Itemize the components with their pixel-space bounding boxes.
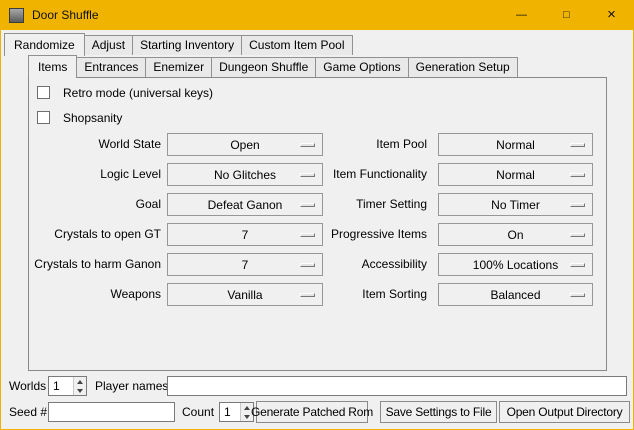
item-sorting-label: Item Sorting: [323, 283, 433, 306]
dropdown-indicator-icon: [570, 293, 585, 297]
logic-level-dropdown[interactable]: No Glitches: [167, 163, 323, 186]
dropdown-indicator-icon: [300, 293, 315, 297]
worlds-label: Worlds: [9, 375, 46, 397]
tab-dungeon-shuffle[interactable]: Dungeon Shuffle: [211, 57, 316, 77]
dropdown-indicator-icon: [300, 203, 315, 207]
generate-patched-rom-button[interactable]: Generate Patched Rom: [256, 401, 368, 423]
accessibility-label: Accessibility: [323, 253, 433, 276]
crystals-open-gt-dropdown[interactable]: 7: [167, 223, 323, 246]
crystals-open-gt-label: Crystals to open GT: [29, 223, 167, 246]
outer-tab-bar: Randomize Adjust Starting Inventory Cust…: [4, 33, 353, 55]
minimize-button[interactable]: —: [499, 0, 544, 29]
maximize-button[interactable]: □: [544, 0, 589, 29]
worlds-spin-down-icon[interactable]: [74, 386, 86, 395]
timer-setting-label: Timer Setting: [323, 193, 433, 216]
progressive-items-label: Progressive Items: [323, 223, 433, 246]
accessibility-dropdown[interactable]: 100% Locations: [438, 253, 593, 276]
item-sorting-dropdown[interactable]: Balanced: [438, 283, 593, 306]
maximize-icon: □: [563, 9, 570, 21]
tab-randomize[interactable]: Randomize: [4, 33, 85, 56]
item-pool-label: Item Pool: [323, 133, 433, 156]
tab-generation-setup[interactable]: Generation Setup: [408, 57, 518, 77]
open-output-directory-button[interactable]: Open Output Directory: [499, 401, 630, 423]
tab-starting-inventory[interactable]: Starting Inventory: [132, 35, 242, 55]
progressive-items-dropdown[interactable]: On: [438, 223, 593, 246]
dropdown-indicator-icon: [570, 203, 585, 207]
dropdown-indicator-icon: [570, 233, 585, 237]
tab-entrances[interactable]: Entrances: [76, 57, 146, 77]
retro-mode-checkbox-row[interactable]: Retro mode (universal keys): [37, 84, 213, 101]
shopsanity-checkbox[interactable]: [37, 111, 50, 124]
weapons-dropdown[interactable]: Vanilla: [167, 283, 323, 306]
inner-tab-bar: Items Entrances Enemizer Dungeon Shuffle…: [28, 55, 518, 77]
close-button[interactable]: ×: [589, 0, 634, 29]
save-settings-button[interactable]: Save Settings to File: [380, 401, 497, 423]
titlebar[interactable]: Door Shuffle — □ ×: [0, 0, 634, 30]
items-tab-pane: Retro mode (universal keys) Shopsanity W…: [28, 77, 607, 371]
tab-game-options[interactable]: Game Options: [315, 57, 408, 77]
window-title: Door Shuffle: [32, 8, 99, 22]
retro-mode-label: Retro mode (universal keys): [63, 86, 213, 100]
client-area: Randomize Adjust Starting Inventory Cust…: [1, 30, 633, 429]
world-state-dropdown[interactable]: Open: [167, 133, 323, 156]
count-label: Count: [182, 401, 214, 423]
goal-label: Goal: [29, 193, 167, 216]
tab-adjust[interactable]: Adjust: [84, 35, 133, 55]
timer-setting-dropdown[interactable]: No Timer: [438, 193, 593, 216]
logic-level-label: Logic Level: [29, 163, 167, 186]
tab-items[interactable]: Items: [28, 55, 77, 78]
dropdown-indicator-icon: [300, 263, 315, 267]
worlds-spinner[interactable]: [48, 376, 87, 396]
player-names-label: Player names: [95, 375, 168, 397]
dropdown-indicator-icon: [300, 233, 315, 237]
item-functionality-dropdown[interactable]: Normal: [438, 163, 593, 186]
crystals-harm-ganon-dropdown[interactable]: 7: [167, 253, 323, 276]
dropdown-indicator-icon: [570, 173, 585, 177]
crystals-harm-ganon-label: Crystals to harm Ganon: [29, 253, 167, 276]
world-state-label: World State: [29, 133, 167, 156]
seed-input[interactable]: [48, 402, 175, 422]
app-window: Door Shuffle — □ × Randomize Adjust Star…: [0, 0, 634, 430]
shopsanity-label: Shopsanity: [63, 111, 122, 125]
retro-mode-checkbox[interactable]: [37, 86, 50, 99]
shopsanity-checkbox-row[interactable]: Shopsanity: [37, 109, 122, 126]
count-input[interactable]: [220, 403, 240, 421]
tab-enemizer[interactable]: Enemizer: [145, 57, 212, 77]
tab-custom-item-pool[interactable]: Custom Item Pool: [241, 35, 352, 55]
dropdown-indicator-icon: [300, 143, 315, 147]
count-spinner[interactable]: [219, 402, 254, 422]
dropdown-indicator-icon: [570, 143, 585, 147]
goal-dropdown[interactable]: Defeat Ganon: [167, 193, 323, 216]
worlds-input[interactable]: [49, 377, 73, 395]
dropdown-indicator-icon: [570, 263, 585, 267]
seed-label: Seed #: [9, 401, 47, 423]
player-names-input[interactable]: [167, 376, 627, 396]
minimize-icon: —: [516, 9, 527, 21]
dropdown-indicator-icon: [300, 173, 315, 177]
item-pool-dropdown[interactable]: Normal: [438, 133, 593, 156]
weapons-label: Weapons: [29, 283, 167, 306]
item-functionality-label: Item Functionality: [323, 163, 433, 186]
close-icon: ×: [607, 6, 616, 23]
worlds-spin-up-icon[interactable]: [74, 377, 86, 386]
app-icon: [9, 8, 24, 23]
